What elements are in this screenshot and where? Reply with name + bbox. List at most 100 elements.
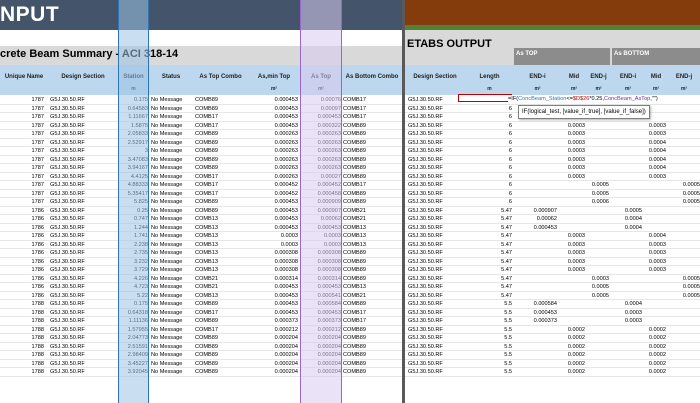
- table-cell[interactable]: 1786: [0, 275, 44, 283]
- table-cell[interactable]: G5J.30.50.RF: [408, 326, 466, 334]
- cell-formula[interactable]: =IF(ConcBeam_Station<=$D$26*0.25,ConcBea…: [508, 95, 658, 103]
- table-cell[interactable]: COMB17: [343, 309, 403, 317]
- table-cell[interactable]: 0.0003: [561, 266, 585, 274]
- table-cell[interactable]: 0.0002: [561, 334, 585, 342]
- table-cell[interactable]: COMB89: [343, 368, 403, 376]
- table-cell[interactable]: 0.0003: [644, 122, 666, 130]
- table-cell[interactable]: 0.000453: [248, 215, 298, 223]
- table-cell[interactable]: COMB89: [343, 156, 403, 164]
- table-cell[interactable]: 0.0003: [561, 258, 585, 266]
- table-cell[interactable]: 5.47: [465, 241, 512, 249]
- table-cell[interactable]: No Message: [151, 207, 195, 215]
- table-cell[interactable]: No Message: [151, 147, 195, 155]
- table-cell[interactable]: 0.0004: [644, 147, 666, 155]
- table-cell[interactable]: G5J.30.50.RF: [50, 368, 114, 376]
- table-cell[interactable]: No Message: [151, 343, 195, 351]
- table-row[interactable]: 1788G5J.30.50.RF3.45227No MessageCOMB890…: [0, 360, 700, 368]
- table-cell[interactable]: 0.000308: [248, 258, 298, 266]
- table-cell[interactable]: 0.000263: [248, 164, 298, 172]
- table-cell[interactable]: 1787: [0, 139, 44, 147]
- table-cell[interactable]: G5J.30.50.RF: [408, 283, 466, 291]
- table-cell[interactable]: 0.0003: [644, 130, 666, 138]
- table-cell[interactable]: 0.0002: [644, 360, 666, 368]
- table-cell[interactable]: G5J.30.50.RF: [408, 317, 466, 325]
- table-cell[interactable]: 0.000373: [514, 317, 557, 325]
- table-cell[interactable]: 0.000453: [248, 198, 298, 206]
- table-cell[interactable]: 1788: [0, 317, 44, 325]
- table-cell[interactable]: COMB13: [343, 232, 403, 240]
- table-row[interactable]: 1787G5J.30.50.RF3.47083No MessageCOMB890…: [0, 156, 700, 164]
- table-cell[interactable]: 0.0002: [561, 360, 585, 368]
- table-cell[interactable]: COMB89: [195, 139, 249, 147]
- table-cell[interactable]: 5.5: [465, 309, 512, 317]
- table-cell[interactable]: COMB13: [195, 232, 249, 240]
- table-cell[interactable]: 0.0004: [644, 139, 666, 147]
- table-cell[interactable]: 0.0003: [587, 275, 609, 283]
- table-cell[interactable]: 0.000907: [514, 207, 557, 215]
- table-cell[interactable]: G5J.30.50.RF: [408, 173, 466, 181]
- table-cell[interactable]: G5J.30.50.RF: [50, 249, 114, 257]
- table-cell[interactable]: COMB17: [195, 181, 249, 189]
- table-cell[interactable]: COMB17: [195, 173, 249, 181]
- table-cell[interactable]: 1786: [0, 292, 44, 300]
- table-cell[interactable]: No Message: [151, 122, 195, 130]
- table-cell[interactable]: COMB17: [195, 122, 249, 130]
- table-cell[interactable]: COMB89: [343, 326, 403, 334]
- table-cell[interactable]: 0.0005: [668, 198, 700, 206]
- table-cell[interactable]: G5J.30.50.RF: [50, 139, 114, 147]
- table-cell[interactable]: G5J.30.50.RF: [50, 326, 114, 334]
- table-cell[interactable]: 5.5: [465, 317, 512, 325]
- table-cell[interactable]: G5J.30.50.RF: [408, 249, 466, 257]
- table-cell[interactable]: No Message: [151, 249, 195, 257]
- table-cell[interactable]: G5J.30.50.RF: [408, 309, 466, 317]
- table-cell[interactable]: G5J.30.50.RF: [50, 198, 114, 206]
- table-row[interactable]: 1786G5J.30.50.RF1.244No MessageCOMB130.0…: [0, 224, 700, 232]
- table-cell[interactable]: 1788: [0, 351, 44, 359]
- table-cell[interactable]: G5J.30.50.RF: [50, 173, 114, 181]
- table-cell[interactable]: G5J.30.50.RF: [408, 224, 466, 232]
- table-cell[interactable]: 5.5: [465, 351, 512, 359]
- table-cell[interactable]: No Message: [151, 309, 195, 317]
- table-cell[interactable]: G5J.30.50.RF: [408, 181, 466, 189]
- table-cell[interactable]: 0.000453: [248, 309, 298, 317]
- table-cell[interactable]: 0.0002: [561, 343, 585, 351]
- table-cell[interactable]: COMB17: [343, 96, 403, 104]
- table-row[interactable]: 1786G5J.30.50.RF1.741No MessageCOMB130.0…: [0, 232, 700, 241]
- table-cell[interactable]: COMB89: [343, 343, 403, 351]
- table-cell[interactable]: 1787: [0, 130, 44, 138]
- table-cell[interactable]: G5J.30.50.RF: [50, 292, 114, 300]
- table-cell[interactable]: 0.00062: [514, 215, 557, 223]
- table-cell[interactable]: 0.0002: [644, 326, 666, 334]
- table-cell[interactable]: 5.47: [465, 215, 512, 223]
- table-row[interactable]: 1787G5J.30.50.RF4.4125No MessageCOMB170.…: [0, 173, 700, 181]
- table-cell[interactable]: No Message: [151, 292, 195, 300]
- table-cell[interactable]: G5J.30.50.RF: [408, 232, 466, 240]
- data-grid[interactable]: 1787G5J.30.50.RF0.175No MessageCOMB890.0…: [0, 95, 700, 403]
- right-header-4[interactable]: END-j: [587, 74, 610, 80]
- table-cell[interactable]: 0.0003: [248, 232, 298, 240]
- table-cell[interactable]: COMB21: [343, 292, 403, 300]
- table-cell[interactable]: 5.47: [465, 266, 512, 274]
- table-cell[interactable]: No Message: [151, 198, 195, 206]
- table-row[interactable]: 1787G5J.30.50.RF4.88333No MessageCOMB170…: [0, 181, 700, 190]
- table-cell[interactable]: 5.47: [465, 292, 512, 300]
- table-cell[interactable]: G5J.30.50.RF: [408, 258, 466, 266]
- table-cell[interactable]: COMB17: [343, 181, 403, 189]
- table-cell[interactable]: G5J.30.50.RF: [50, 351, 114, 359]
- table-cell[interactable]: 0.000314: [248, 275, 298, 283]
- table-cell[interactable]: COMB89: [343, 258, 403, 266]
- table-cell[interactable]: 0.0005: [668, 190, 700, 198]
- table-cell[interactable]: No Message: [151, 360, 195, 368]
- table-cell[interactable]: 1786: [0, 258, 44, 266]
- table-cell[interactable]: 6: [465, 156, 512, 164]
- table-cell[interactable]: 0.0002: [644, 343, 666, 351]
- table-cell[interactable]: G5J.30.50.RF: [50, 181, 114, 189]
- table-row[interactable]: 1788G5J.30.50.RF0.175No MessageCOMB890.0…: [0, 300, 700, 309]
- table-cell[interactable]: 0.0002: [644, 334, 666, 342]
- table-cell[interactable]: 0.0002: [561, 351, 585, 359]
- table-row[interactable]: 1788G5J.30.50.RF2.04773No MessageCOMB890…: [0, 334, 700, 343]
- table-cell[interactable]: 0.0002: [561, 368, 585, 376]
- table-cell[interactable]: 6: [465, 130, 512, 138]
- table-cell[interactable]: G5J.30.50.RF: [408, 343, 466, 351]
- table-cell[interactable]: 0.0005: [668, 275, 700, 283]
